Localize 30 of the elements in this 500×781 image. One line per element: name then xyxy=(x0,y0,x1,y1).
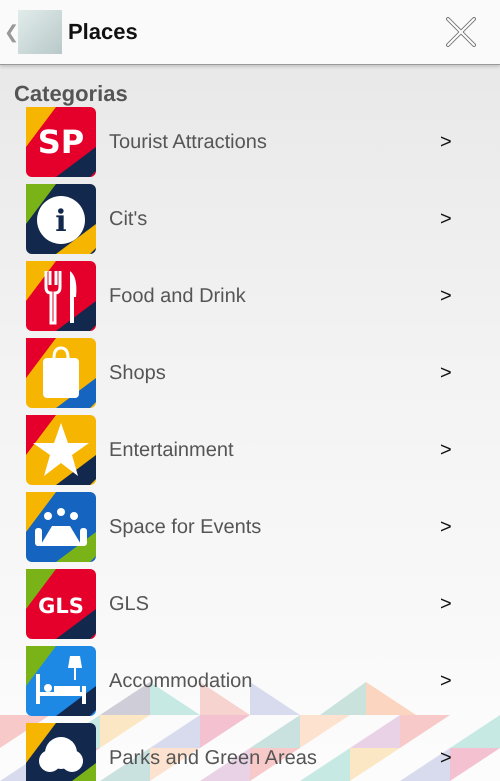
category-label[interactable]: Entertainment xyxy=(109,438,440,462)
category-label[interactable]: Tourist Attractions xyxy=(109,130,440,154)
chevron-text[interactable]: > xyxy=(440,746,500,770)
category-label[interactable]: Shops xyxy=(109,362,440,384)
section-heading: Categorias xyxy=(14,81,129,107)
chevron-text[interactable]: > xyxy=(440,130,500,154)
chevron-text[interactable]: > xyxy=(440,670,500,692)
fork-knife-icon xyxy=(26,261,96,331)
chevron-text[interactable]: > xyxy=(440,362,500,384)
info-icon: i xyxy=(26,184,96,254)
tree-icon xyxy=(26,723,96,781)
bed-icon xyxy=(26,646,96,716)
chevron-text[interactable]: > xyxy=(440,516,500,538)
chevron-text[interactable]: > xyxy=(440,438,500,462)
category-label[interactable]: Parks and Green Areas xyxy=(109,746,440,770)
category-label[interactable]: Accommodation xyxy=(109,670,440,692)
category-label[interactable]: Cit's xyxy=(109,208,440,230)
category-label[interactable]: Food and Drink xyxy=(109,284,440,308)
logo-icon: GLS xyxy=(26,569,96,639)
close-icon[interactable] xyxy=(446,17,476,47)
meeting-table-icon xyxy=(26,492,96,562)
photo-placeholder xyxy=(18,10,62,54)
chevron-text[interactable]: > xyxy=(440,284,500,308)
page-title: Places xyxy=(68,19,139,45)
shopping-bag-icon xyxy=(26,338,96,408)
category-label[interactable]: GLS xyxy=(109,592,440,616)
chevron-text[interactable]: > xyxy=(440,208,500,230)
chevron-text[interactable]: > xyxy=(440,592,500,616)
category-label[interactable]: Space for Events xyxy=(109,516,440,538)
logo-icon: SP xyxy=(26,107,96,177)
